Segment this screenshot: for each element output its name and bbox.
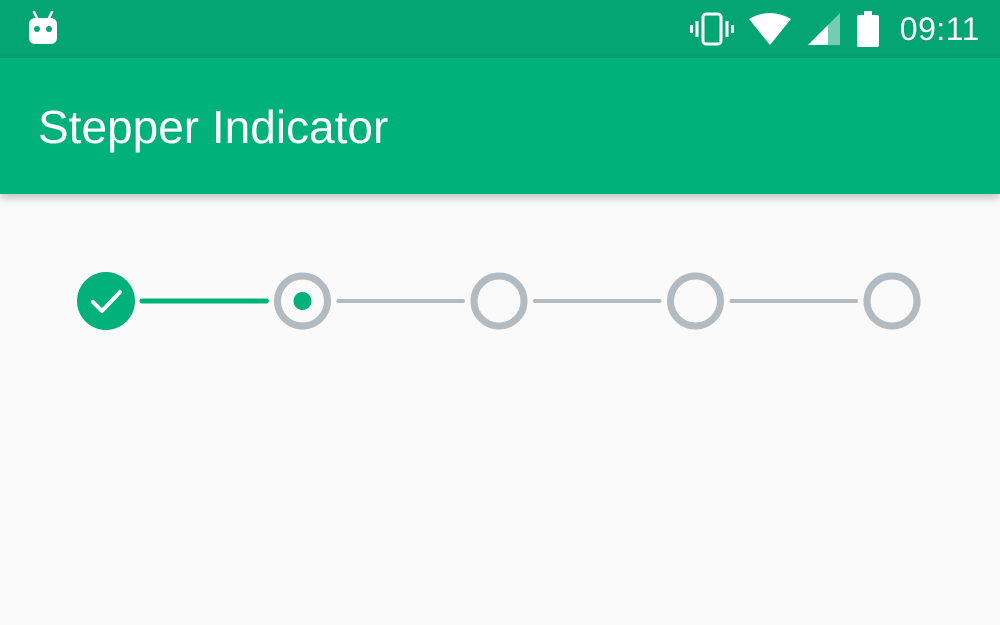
stepper-indicator <box>0 245 1000 365</box>
step-circle <box>667 272 724 330</box>
wifi-icon <box>748 13 791 45</box>
current-dot <box>293 292 312 310</box>
battery-icon <box>856 11 879 47</box>
vibrate-icon <box>689 12 734 46</box>
stepper-svg <box>77 272 921 330</box>
step-3-pending[interactable] <box>470 272 528 330</box>
step-circle <box>863 272 921 330</box>
step-4-pending[interactable] <box>667 272 724 330</box>
step-1-completed[interactable] <box>77 272 135 330</box>
page-title: Stepper Indicator <box>38 101 389 153</box>
step-circle <box>470 272 528 330</box>
android-icon <box>29 10 57 44</box>
step-circle <box>77 272 135 330</box>
step-5-pending[interactable] <box>863 272 921 330</box>
status-bar: 09:11 <box>0 0 1000 58</box>
signal-icon <box>807 13 840 45</box>
clock: 09:11 <box>899 10 980 47</box>
step-2-current[interactable] <box>274 272 331 330</box>
app-bar: Stepper Indicator <box>0 58 1000 194</box>
